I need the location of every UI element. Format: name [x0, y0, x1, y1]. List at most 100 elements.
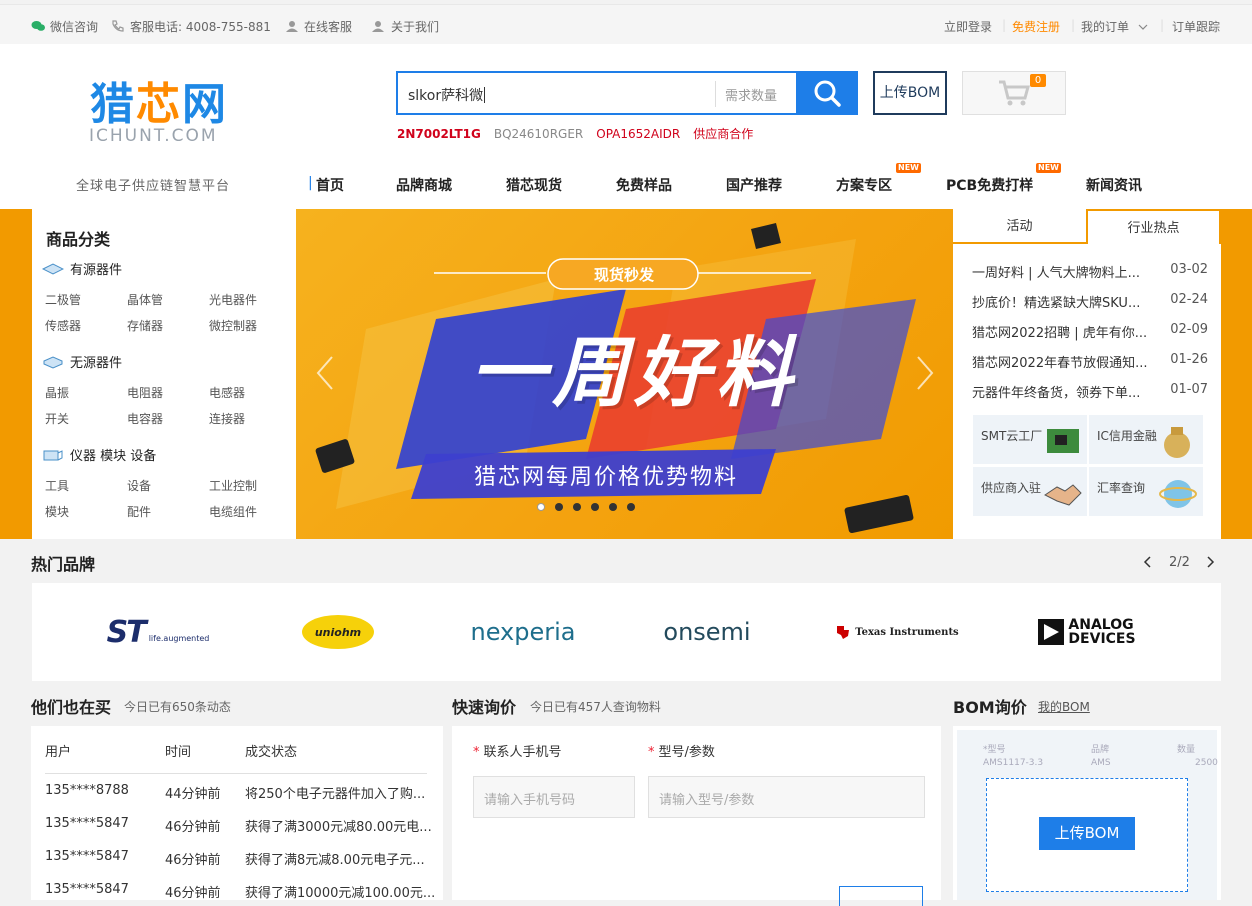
cart-button[interactable]: 0 [962, 71, 1066, 115]
tab-industry[interactable]: 行业热点 [1086, 209, 1221, 244]
top-bar: 微信咨询 客服电话: 4008-755-881 在线客服 关于我们 立即登录 |… [0, 4, 1252, 44]
pagination-dot[interactable] [627, 503, 635, 511]
news-item[interactable]: 一周好料 | 人气大牌物料上... 03-02 [972, 262, 1208, 285]
my-bom-link[interactable]: 我的BOM [1038, 698, 1090, 715]
pagination-dot[interactable] [591, 503, 599, 511]
pagination-dot[interactable] [555, 503, 563, 511]
order-track-link[interactable]: 订单跟踪 [1172, 18, 1220, 35]
category-item[interactable]: 设备 [127, 477, 151, 494]
category-item[interactable]: 二极管 [45, 291, 81, 308]
category-item[interactable]: 晶体管 [127, 291, 163, 308]
bom-upload-button[interactable]: 上传BOM [1039, 817, 1135, 850]
nav-stock[interactable]: 猎芯现货 [506, 175, 562, 195]
chevron-right-icon[interactable] [1205, 556, 1215, 568]
chip-layers-icon [42, 263, 64, 275]
hot-word[interactable]: BQ24610RGER [494, 127, 583, 141]
brand-nexperia-logo[interactable]: nexperia [468, 615, 578, 649]
online-service-link[interactable]: 在线客服 [285, 18, 352, 35]
service-ic-finance[interactable]: IC信用金融 [1089, 415, 1203, 464]
model-field[interactable]: 请输入型号/参数 [648, 776, 925, 818]
promo-banner[interactable]: 现货秒发 一周好料 猎芯网每周价格优势物料 [296, 209, 953, 539]
category-item[interactable]: 晶振 [45, 384, 69, 401]
search-input[interactable]: slkor萨科微 [408, 85, 485, 105]
banner-headline: 一周好料 [470, 328, 798, 417]
category-item[interactable]: 开关 [45, 410, 69, 427]
banner-subtitle: 猎芯网每周价格优势物料 [473, 465, 738, 490]
quick-quote-title: 快速询价 [452, 698, 517, 717]
nav-brand-mall[interactable]: 品牌商城 [396, 175, 452, 195]
nav-pcb[interactable]: PCB免费打样 [946, 175, 1033, 195]
divider: | [1160, 18, 1165, 32]
pagination-dot[interactable] [609, 503, 617, 511]
category-item[interactable]: 光电器件 [209, 291, 257, 308]
handshake-icon [1044, 484, 1082, 506]
column-header: 时间 [165, 745, 192, 760]
news-item[interactable]: 抄底价！精选紧缺大牌SKU... 02-24 [972, 292, 1208, 315]
news-panel: 活动 行业热点 一周好料 | 人气大牌物料上... 03-02 抄底价！精选紧缺大… [953, 209, 1221, 539]
phone-field[interactable]: 请输入手机号码 [473, 776, 635, 818]
nav-free-samples[interactable]: 免费样品 [616, 175, 672, 195]
search-button[interactable] [796, 71, 858, 115]
category-item[interactable]: 电阻器 [127, 384, 163, 401]
pagination-dot[interactable] [573, 503, 581, 511]
nav-domestic[interactable]: 国产推荐 [726, 175, 782, 195]
category-item[interactable]: 模块 [45, 503, 69, 520]
hot-word[interactable]: OPA1652AIDR [596, 127, 680, 141]
hot-word[interactable]: 供应商合作 [693, 127, 753, 141]
about-link[interactable]: 关于我们 [372, 18, 439, 35]
service-smt[interactable]: SMT云工厂 [973, 415, 1087, 464]
chevron-left-icon[interactable] [1143, 556, 1153, 568]
category-item[interactable]: 配件 [127, 503, 151, 520]
banner-next-button[interactable] [903, 349, 943, 399]
category-panel: 商品分类 有源器件 二极管 晶体管 光电器件 传感器 存储器 微控制器 无源器件… [32, 209, 296, 539]
logo[interactable]: 猎芯网 [90, 68, 228, 132]
category-item[interactable]: 工具 [45, 477, 69, 494]
buying-subtitle: 今日已有650条动态 [124, 700, 231, 714]
nav-solutions[interactable]: 方案专区 [836, 175, 892, 195]
category-item[interactable]: 连接器 [209, 410, 245, 427]
category-group-instruments[interactable]: 仪器 模块 设备 [42, 445, 156, 464]
submit-button[interactable] [839, 886, 923, 906]
nav-news[interactable]: 新闻资讯 [1086, 175, 1142, 195]
category-item[interactable]: 传感器 [45, 317, 81, 334]
news-item[interactable]: 元器件年终备货，领券下单... 01-07 [972, 382, 1208, 405]
category-item[interactable]: 微控制器 [209, 317, 257, 334]
wechat-link[interactable]: 微信咨询 [31, 18, 98, 35]
nav-home[interactable]: 首页 [316, 175, 344, 195]
tab-activities[interactable]: 活动 [953, 209, 1086, 244]
category-item[interactable]: 存储器 [127, 317, 163, 334]
cart-count-badge: 0 [1030, 74, 1046, 87]
divider: | [1002, 18, 1007, 32]
brand-onsemi-logo[interactable]: onsemi [652, 615, 762, 649]
wechat-icon [31, 21, 45, 31]
brand-uniohm-logo[interactable]: uniohm [302, 615, 374, 649]
quantity-input[interactable]: 需求数量 [725, 85, 777, 104]
category-item[interactable]: 电容器 [127, 410, 163, 427]
brand-st-logo[interactable]: ST life.augmented [98, 615, 218, 650]
search-box: slkor萨科微 需求数量 [396, 71, 858, 115]
hot-word[interactable]: 2N7002LT1G [397, 127, 481, 141]
brand-adi-logo[interactable]: ANALOG DEVICES [1032, 615, 1142, 649]
chevron-down-icon [1138, 24, 1148, 30]
category-group-passive[interactable]: 无源器件 [42, 352, 122, 371]
news-item[interactable]: 猎芯网2022年春节放假通知... 01-26 [972, 352, 1208, 375]
pagination-dot[interactable] [537, 503, 545, 511]
bom-title: BOM询价 [953, 698, 1027, 717]
my-orders-dropdown[interactable]: 我的订单 [1081, 18, 1148, 35]
category-item[interactable]: 工业控制 [209, 477, 257, 494]
category-item[interactable]: 电感器 [209, 384, 245, 401]
banner-prev-button[interactable] [306, 349, 346, 399]
service-exchange[interactable]: 汇率查询 [1089, 467, 1203, 516]
upload-bom-button[interactable]: 上传BOM [873, 71, 947, 115]
brands-page-indicator: 2/2 [1169, 555, 1190, 570]
brand-ti-logo[interactable]: Texas Instruments [832, 615, 962, 649]
news-item[interactable]: 猎芯网2022招聘 | 虎年有你... 02-09 [972, 322, 1208, 345]
divider: | [1071, 18, 1076, 32]
category-item[interactable]: 电缆组件 [209, 503, 257, 520]
login-link[interactable]: 立即登录 [944, 18, 992, 35]
column-header: 用户 [45, 745, 72, 760]
register-link[interactable]: 免费注册 [1012, 18, 1060, 35]
category-group-active[interactable]: 有源器件 [42, 259, 122, 278]
service-supplier[interactable]: 供应商入驻 [973, 467, 1087, 516]
banner-tag: 现货秒发 [593, 266, 654, 284]
